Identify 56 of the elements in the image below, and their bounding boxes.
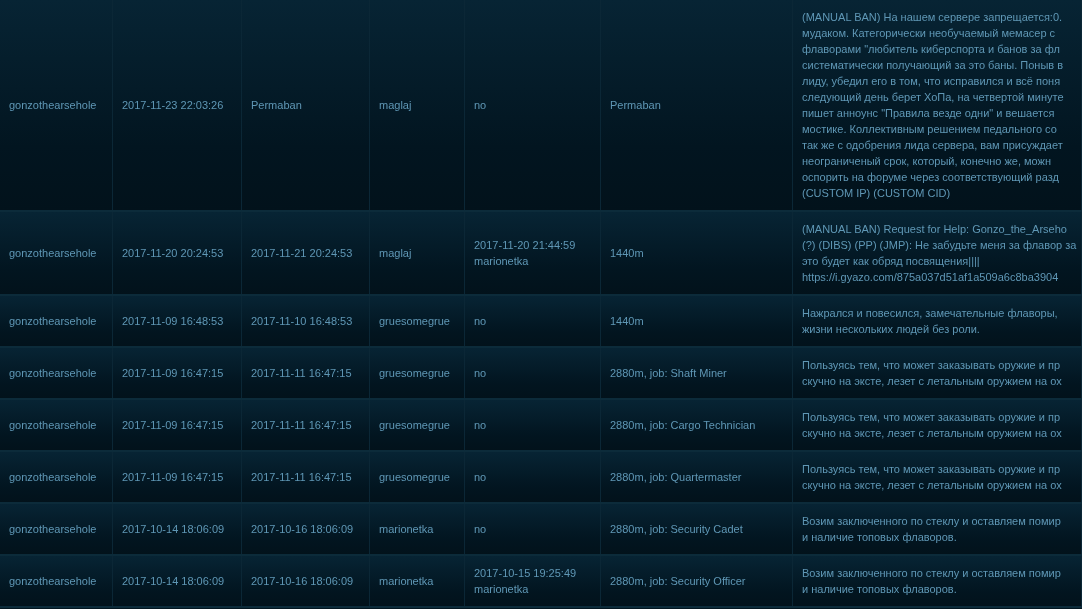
table-cell-text: 2017-11-20 20:24:53 bbox=[122, 246, 224, 261]
table-cell-text: 2017-10-15 19:25:49 marionetka bbox=[474, 566, 577, 597]
table-cell-text: Возим заключенного по стеклу и оставляем помир и наличие топовых флаворов. bbox=[802, 514, 1061, 545]
table-cell-text: Пользуясь тем, что может заказывать оружие и пр скучно на эксте, лезет с летальным оружием на ох bbox=[802, 462, 1062, 493]
table-cell-text: Пользуясь тем, что может заказывать оружие и пр скучно на эксте, лезет с летальным оружием на ох bbox=[802, 410, 1062, 441]
table-cell-text: Возим заключенного по стеклу и оставляем помир и наличие топовых флаворов. bbox=[802, 566, 1061, 597]
table-cell-text: gonzothearsehole bbox=[9, 470, 97, 485]
table-cell-text: gruesomegrue bbox=[379, 314, 450, 329]
table-cell-text: 2017-11-21 20:24:53 bbox=[251, 246, 353, 261]
table-cell-text: 2017-11-11 16:47:15 bbox=[251, 366, 352, 381]
table-cell-text: gonzothearsehole bbox=[9, 366, 97, 381]
table-cell-text: 2017-10-14 18:06:09 bbox=[122, 522, 225, 537]
table-cell-text: gonzothearsehole bbox=[9, 246, 97, 261]
table-cell-text: 2880m, job: Quartermaster bbox=[610, 470, 742, 485]
table-cell-text: maglaj bbox=[379, 98, 412, 113]
table-cell-text: no bbox=[474, 314, 487, 329]
table-cell-text: maglaj bbox=[379, 246, 412, 261]
table-cell-text: marionetka bbox=[379, 574, 434, 589]
table-cell-text: 2017-11-09 16:47:15 bbox=[122, 418, 224, 433]
table-cell-text: 2017-11-09 16:47:15 bbox=[122, 366, 224, 381]
table-cell-text: no bbox=[474, 522, 487, 537]
table-cell-text: 2880m, job: Security Cadet bbox=[610, 522, 743, 537]
reason-text: (MANUAL BAN) На нашем сервере запрещается:0. мудаком. Категорически необучаемый мемасер с флаворами "любитель киберспорта и банов за фл систематически получающий за это баны. Поныв в лиду, убедил его в том, что исправился и всё поня следующий день берет ХоПа, на четвертой минуте пишет анноунс "Правила везде одни" и вешается мостике. Коллективным решением педального со так же с одобрения лида сервера, вам присуждает неограниченый срок, который, конечно же, можн оспорить на форуме через соответствующий разд (CUSTOM IP) (CUSTOM CID) bbox=[802, 10, 1064, 201]
table-cell-text: gonzothearsehole bbox=[9, 418, 97, 433]
table-cell-text: gonzothearsehole bbox=[9, 314, 97, 329]
table-cell-text: Permaban bbox=[251, 98, 302, 113]
table-cell-text: 2880m, job: Cargo Technician bbox=[610, 418, 756, 433]
table-cell-text: 2017-11-09 16:48:53 bbox=[122, 314, 224, 329]
table-cell-text: 2017-10-14 18:06:09 bbox=[122, 574, 225, 589]
table-cell-text: 2880m, job: Security Officer bbox=[610, 574, 746, 589]
table-cell-text: 2017-11-11 16:47:15 bbox=[251, 418, 352, 433]
table-cell-text: no bbox=[474, 418, 487, 433]
table-cell-text: 1440m bbox=[610, 314, 644, 329]
table-cell-text: no bbox=[474, 366, 487, 381]
table-cell-text: 2017-10-16 18:06:09 bbox=[251, 522, 354, 537]
table-cell-text: 2880m, job: Shaft Miner bbox=[610, 366, 727, 381]
table-cell-text: gonzothearsehole bbox=[9, 98, 97, 113]
table-cell-text: 2017-11-23 22:03:26 bbox=[122, 98, 224, 113]
table-cell-text: 1440m bbox=[610, 246, 644, 261]
table-cell-text: gonzothearsehole bbox=[9, 574, 97, 589]
table-cell-text: no bbox=[474, 470, 487, 485]
table-cell-text: marionetka bbox=[379, 522, 434, 537]
table-cell-text: gruesomegrue bbox=[379, 366, 450, 381]
table-cell-text: no bbox=[474, 98, 487, 113]
table-cell-text: gonzothearsehole bbox=[9, 522, 97, 537]
reason-text: (MANUAL BAN) Request for Help: Gonzo_the_Arseho (?) (DIBS) (PP) (JMP): Не забудьте меня за флавор за это будет как обряд посвящения|||| https://i.gyazo.com/875a037d51af1a509a6c8ba3904 bbox=[802, 222, 1077, 285]
table-cell-text: 2017-11-10 16:48:53 bbox=[251, 314, 353, 329]
table-cell-text: Пользуясь тем, что может заказывать оружие и пр скучно на эксте, лезет с летальным оружием на ох bbox=[802, 358, 1062, 389]
table-cell-text: 2017-10-16 18:06:09 bbox=[251, 574, 354, 589]
table-cell-text: 2017-11-11 16:47:15 bbox=[251, 470, 352, 485]
table-cell-text: Нажрался и повесился, замечательные флаворы, жизни нескольких людей без роли. bbox=[802, 306, 1058, 337]
table-cell-text: gruesomegrue bbox=[379, 418, 450, 433]
table-cell-text: 2017-11-09 16:47:15 bbox=[122, 470, 224, 485]
table-cell-text: Permaban bbox=[610, 98, 661, 113]
table-cell-text: gruesomegrue bbox=[379, 470, 450, 485]
table-cell-text: 2017-11-20 21:44:59 marionetka bbox=[474, 238, 576, 269]
